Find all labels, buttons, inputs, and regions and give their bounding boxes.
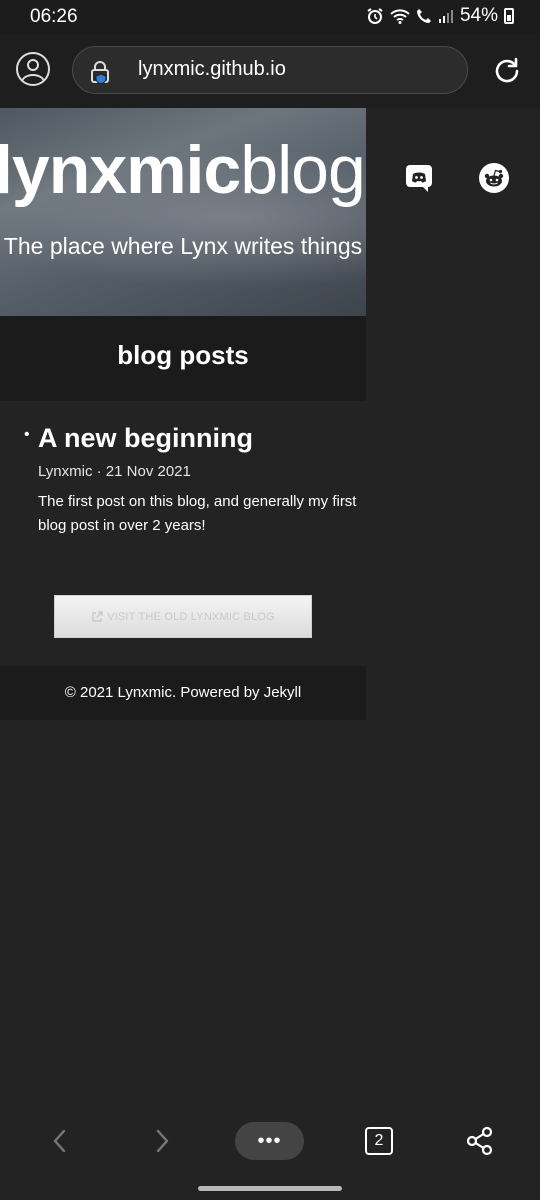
home-indicator[interactable] xyxy=(198,1186,342,1191)
visit-old-blog-button[interactable]: VISIT THE OLD LYNXMIC BLOG xyxy=(54,595,312,638)
url-text[interactable]: lynxmic.github.io xyxy=(138,58,286,81)
post-title-link[interactable]: A new beginning xyxy=(38,423,253,454)
call-icon xyxy=(416,9,431,23)
discord-icon[interactable] xyxy=(404,162,436,194)
profile-avatar-icon[interactable] xyxy=(16,52,50,86)
reddit-icon[interactable] xyxy=(478,162,510,194)
visit-old-blog-label: VISIT THE OLD LYNXMIC BLOG xyxy=(107,610,275,623)
external-link-icon xyxy=(92,610,103,622)
tabs-button[interactable]: 2 xyxy=(365,1127,393,1155)
list-bullet: • xyxy=(24,426,30,443)
battery-percent: 54% xyxy=(459,5,498,26)
section-title: blog posts xyxy=(117,340,249,370)
site-title-bold: lynxmic xyxy=(0,132,241,208)
wifi-icon xyxy=(390,9,410,24)
site-subtitle: The place where Lynx writes things xyxy=(3,233,363,259)
lock-icon[interactable] xyxy=(90,60,110,84)
battery-icon xyxy=(504,8,514,24)
forward-icon[interactable] xyxy=(152,1128,172,1154)
alarm-icon xyxy=(367,8,383,24)
reload-icon[interactable] xyxy=(492,56,522,86)
signal-icon xyxy=(438,10,453,23)
tabs-count: 2 xyxy=(374,1132,384,1149)
status-time: 06:26 xyxy=(30,6,78,27)
more-menu-button[interactable]: ••• xyxy=(235,1122,304,1160)
site-title-light: blog xyxy=(240,132,366,208)
site-title[interactable]: lynxmicblog xyxy=(0,130,366,210)
status-icons: 54% xyxy=(366,5,514,27)
share-icon[interactable] xyxy=(466,1126,494,1156)
footer-text: © 2021 Lynxmic. Powered by Jekyll xyxy=(64,684,302,701)
post-meta: Lynxmic · 21 Nov 2021 xyxy=(38,463,191,480)
back-icon[interactable] xyxy=(50,1128,70,1154)
post-excerpt: The first post on this blog, and general… xyxy=(38,493,357,534)
